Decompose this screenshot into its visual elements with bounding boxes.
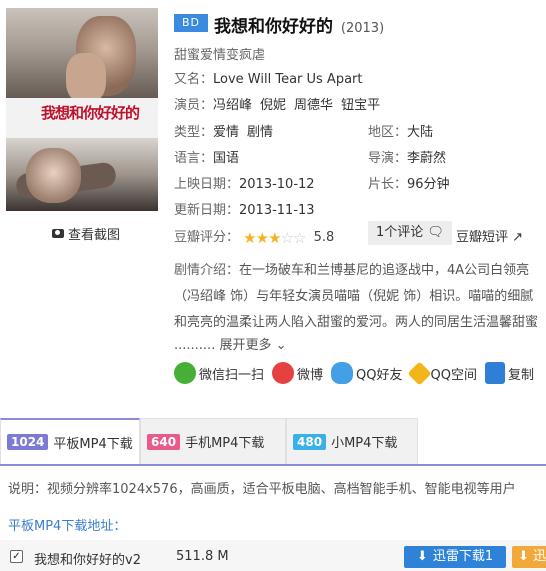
alias-value: Love Will Tear Us Apart xyxy=(213,72,363,87)
region-row: 地区：大陆 xyxy=(368,121,433,140)
language-label: 语言： xyxy=(174,151,214,166)
region-label: 地区： xyxy=(368,125,408,140)
short-review-label: 豆瓣短评 xyxy=(456,230,509,245)
movie-poster[interactable]: 我想和你好好的 xyxy=(6,8,158,211)
alias-label: 又名： xyxy=(174,72,214,87)
cast-label: 演员： xyxy=(174,98,214,113)
download-description: 说明：视频分辨率1024x576，高画质，适合平板电脑、高档智能手机、智能电视等… xyxy=(8,482,516,497)
douban-short-review-link[interactable]: 豆瓣短评 ↗ xyxy=(456,226,523,245)
update-row: 更新日期：2013-11-13 xyxy=(174,199,315,218)
quality-badge: BD xyxy=(174,14,208,32)
share-weibo[interactable]: 微博 xyxy=(272,362,323,384)
douban-score: 5.8 xyxy=(313,230,335,245)
language-value[interactable]: 国语 xyxy=(213,151,239,166)
director-label: 导演： xyxy=(368,151,408,166)
expand-more-link[interactable]: .......... 展开更多 ⌄ xyxy=(174,334,287,353)
director-row: 导演：李蔚然 xyxy=(368,147,446,166)
comment-button[interactable]: 1个评论 🗨 xyxy=(368,221,452,245)
share-wechat[interactable]: 微信扫一扫 xyxy=(174,362,264,384)
chat-bubble-icon: 🗨 xyxy=(427,225,444,240)
qzone-star-icon xyxy=(406,360,432,386)
download-arrow-icon: ⬇ xyxy=(416,549,428,564)
share-qq-label: QQ好友 xyxy=(356,367,403,383)
cast-link[interactable]: 周德华 xyxy=(294,98,333,113)
release-row: 上映日期：2013-10-12 xyxy=(174,173,315,192)
tab-label: 手机MP4下载 xyxy=(185,436,265,451)
weibo-icon xyxy=(272,362,295,384)
share-copy-label: 复制 xyxy=(507,367,534,383)
camera-icon xyxy=(52,229,64,238)
douban-label: 豆瓣评分： xyxy=(174,230,240,245)
tab-tablet-mp4[interactable]: 1024 平板MP4下载 xyxy=(0,418,140,464)
update-label: 更新日期： xyxy=(174,203,240,218)
share-qq[interactable]: QQ好友 xyxy=(331,362,403,384)
tab-small-mp4[interactable]: 480 小MP4下载 xyxy=(286,418,418,464)
share-copy[interactable]: 复制 xyxy=(484,362,534,384)
movie-title: 我想和你好好的 (2013) xyxy=(214,12,384,37)
share-wechat-label: 微信扫一扫 xyxy=(199,367,265,383)
comment-button-label: 1个评论 xyxy=(376,225,424,240)
star-filled-icon: ★ xyxy=(243,229,256,247)
movie-title-text: 我想和你好好的 xyxy=(214,17,333,37)
director-value[interactable]: 李蔚然 xyxy=(407,151,446,166)
download-arrow-icon: ⬇ xyxy=(518,549,529,564)
share-qzone[interactable]: QQ空间 xyxy=(406,360,477,386)
expand-more-label: .......... 展开更多 xyxy=(174,338,272,353)
genre-row: 类型：爱情 剧情 xyxy=(174,121,273,140)
language-row: 语言：国语 xyxy=(174,147,239,166)
view-screenshots-link[interactable]: 查看截图 xyxy=(52,224,120,243)
release-label: 上映日期： xyxy=(174,177,240,192)
qq-icon xyxy=(331,362,354,384)
duration-label: 片长： xyxy=(368,177,408,192)
movie-year: (2013) xyxy=(340,21,385,36)
tab-resolution-badge: 1024 xyxy=(7,434,49,450)
file-size: 511.8 M xyxy=(176,549,229,564)
file-name: 我想和你好好的v2 xyxy=(34,553,141,568)
xunlei-download-button[interactable]: ⬇ 迅雷下载1 xyxy=(404,546,506,568)
tab-phone-mp4[interactable]: 640 手机MP4下载 xyxy=(140,418,286,464)
tab-label: 平板MP4下载 xyxy=(53,436,133,452)
genre-link[interactable]: 剧情 xyxy=(247,125,273,140)
second-download-button[interactable]: ⬇ 迅 xyxy=(512,546,546,568)
region-value[interactable]: 大陆 xyxy=(407,125,433,140)
douban-row: 豆瓣评分： ★★★☆☆ 5.8 xyxy=(174,226,334,247)
poster-actress-face xyxy=(26,148,81,203)
double-chevron-down-icon: ⌄ xyxy=(275,338,287,353)
genre-link[interactable]: 爱情 xyxy=(213,125,239,140)
share-weibo-label: 微博 xyxy=(297,367,324,383)
file-checkbox[interactable]: ✓ xyxy=(10,550,23,563)
plot-summary: 剧情介绍：在一场破车和兰博基尼的追逐战中，4A公司白领亮（冯绍峰 饰）与年轻女演… xyxy=(174,258,546,336)
duration-value: 96分钟 xyxy=(407,177,450,192)
cast-link[interactable]: 倪妮 xyxy=(260,98,286,113)
rating-stars: ★★★☆☆ xyxy=(243,229,306,247)
star-empty-icon: ☆ xyxy=(292,229,306,247)
poster-title-text: 我想和你好好的 xyxy=(41,104,140,122)
cast-link[interactable]: 冯绍峰 xyxy=(213,98,252,113)
download-heading: 平板MP4下载地址： xyxy=(8,519,127,534)
plot-label: 剧情介绍： xyxy=(174,263,240,278)
alias-row: 又名：Love Will Tear Us Apart xyxy=(174,68,363,87)
star-filled-icon: ★ xyxy=(255,229,269,247)
tab-label: 小MP4下载 xyxy=(331,436,398,451)
release-value: 2013-10-12 xyxy=(239,177,315,192)
share-bar: 微信扫一扫 微博 QQ好友 QQ空间 复制 xyxy=(174,360,534,386)
update-value: 2013-11-13 xyxy=(239,203,315,218)
xunlei-download-label: 迅雷下载1 xyxy=(432,549,494,564)
second-download-label: 迅 xyxy=(533,549,546,564)
copy-icon xyxy=(484,362,505,384)
tab-resolution-badge: 640 xyxy=(147,433,181,450)
tab-resolution-badge: 480 xyxy=(293,433,327,450)
duration-row: 片长：96分钟 xyxy=(368,173,450,192)
external-link-icon: ↗ xyxy=(512,230,524,245)
movie-tagline: 甜蜜爱情变疯虐 xyxy=(174,48,266,63)
star-filled-icon: ★ xyxy=(268,229,281,247)
view-screenshots-label: 查看截图 xyxy=(68,228,121,243)
poster-hand xyxy=(66,53,106,103)
wechat-icon xyxy=(174,362,196,384)
genre-label: 类型： xyxy=(174,125,214,140)
cast-link[interactable]: 钮宝平 xyxy=(341,98,380,113)
cast-row: 演员：冯绍峰 倪妮 周德华 钮宝平 xyxy=(174,94,380,113)
share-qzone-label: QQ空间 xyxy=(430,367,477,383)
star-empty-icon: ☆ xyxy=(280,229,294,247)
